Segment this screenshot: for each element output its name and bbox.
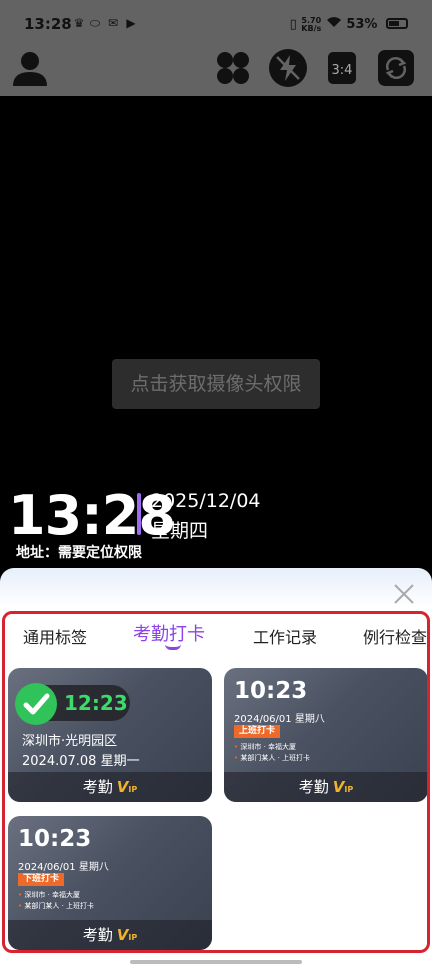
status-right: ▯ 5.70 KB/s 53% — [290, 16, 408, 33]
vip-small: IP — [344, 785, 354, 794]
card-footer: 考勤 VIP — [224, 772, 427, 802]
watermark-address: 地址：需要定位权限 — [16, 545, 142, 561]
status-bar: 13:28 ♛ ⬭ ✉ ▶ ▯ 5.70 KB/s 53% — [0, 0, 432, 48]
vip-small: IP — [128, 933, 138, 942]
vip-letter: V — [116, 926, 129, 944]
card-footer-label: 考勤 — [82, 778, 113, 796]
card-line: 某部门某人 · 上班打卡 — [18, 901, 94, 911]
card-time: 12:23 — [64, 691, 128, 715]
card-footer-label: 考勤 — [298, 778, 329, 796]
battery-percent: 53% — [346, 17, 378, 32]
card-date: 2024/06/01 星期八 — [234, 714, 325, 725]
vip-icon: VIP — [117, 920, 137, 950]
template-panel: 通用标签 考勤打卡 工作记录 例行检查 12:23 深圳市·光明园区 2024.… — [2, 611, 430, 953]
vip-icon: VIP — [117, 772, 137, 802]
status-time: 13:28 — [24, 15, 72, 33]
home-indicator — [130, 960, 302, 964]
app-icon: ⬭ — [89, 16, 101, 30]
card-footer: 考勤 VIP — [8, 920, 212, 950]
vip-letter: V — [332, 778, 345, 796]
card-date: 2024.07.08 星期一 — [22, 754, 140, 769]
watermark-weekday: 星期四 — [151, 520, 209, 542]
card-line: 深圳市 · 幸福大厦 — [234, 742, 296, 752]
tab-work-record[interactable]: 工作记录 — [253, 624, 317, 648]
template-card[interactable]: 10:23 2024/06/01 星期八 下班打卡 深圳市 · 幸福大厦 某部门… — [8, 816, 212, 950]
vibrate-icon: ▯ — [289, 17, 297, 32]
card-time: 10:23 — [18, 826, 92, 852]
card-line: 某部门某人 · 上班打卡 — [234, 753, 310, 763]
play-icon: ▶ — [126, 16, 136, 30]
camera-permission-button[interactable]: 点击获取摄像头权限 — [112, 359, 320, 409]
tab-attendance[interactable]: 考勤打卡 — [133, 620, 205, 646]
card-footer: 考勤 VIP — [8, 772, 212, 802]
battery-icon — [386, 18, 408, 29]
card-line: 深圳市 · 幸福大厦 — [18, 890, 80, 900]
net-speed: 5.70 KB/s — [301, 16, 322, 33]
vip-icon: VIP — [333, 772, 353, 802]
tab-routine-check[interactable]: 例行检查 — [363, 624, 427, 648]
card-place: 深圳市·光明园区 — [22, 734, 118, 749]
wifi-icon — [326, 17, 347, 32]
tab-active-indicator — [165, 644, 181, 650]
template-card[interactable]: 12:23 深圳市·光明园区 2024.07.08 星期一 考勤 VIP — [8, 668, 212, 802]
vip-letter: V — [116, 778, 129, 796]
net-speed-unit: KB/s — [301, 23, 322, 33]
camera-toolbar: 3:4 — [0, 48, 432, 96]
close-icon[interactable] — [392, 582, 416, 606]
tab-general[interactable]: 通用标签 — [23, 624, 87, 648]
card-badge: 下班打卡 — [18, 873, 65, 886]
template-card[interactable]: 10:23 2024/06/01 星期八 上班打卡 深圳市 · 幸福大厦 某部门… — [224, 668, 427, 802]
card-time: 10:23 — [234, 678, 308, 704]
card-date: 2024/06/01 星期八 — [18, 862, 109, 873]
vip-small: IP — [128, 785, 138, 794]
check-icon — [15, 683, 57, 725]
aspect-ratio-icon[interactable]: 3:4 — [324, 48, 368, 88]
profile-icon[interactable] — [10, 48, 54, 88]
flash-off-icon[interactable] — [268, 48, 312, 88]
grid-menu-icon[interactable] — [213, 48, 257, 88]
card-badge: 上班打卡 — [234, 725, 281, 738]
mail-icon: ✉ — [107, 16, 119, 30]
watermark-date: 2025/12/04 — [151, 490, 261, 512]
watermark-divider — [137, 493, 141, 535]
svg-text:3:4: 3:4 — [332, 63, 353, 78]
crown-icon: ♛ — [73, 16, 85, 30]
switch-camera-icon[interactable] — [376, 48, 420, 88]
watermark-template-sheet: 通用标签 考勤打卡 工作记录 例行检查 12:23 深圳市·光明园区 2024.… — [0, 568, 432, 964]
card-footer-label: 考勤 — [82, 926, 113, 944]
watermark-time: 13:28 — [8, 484, 176, 547]
